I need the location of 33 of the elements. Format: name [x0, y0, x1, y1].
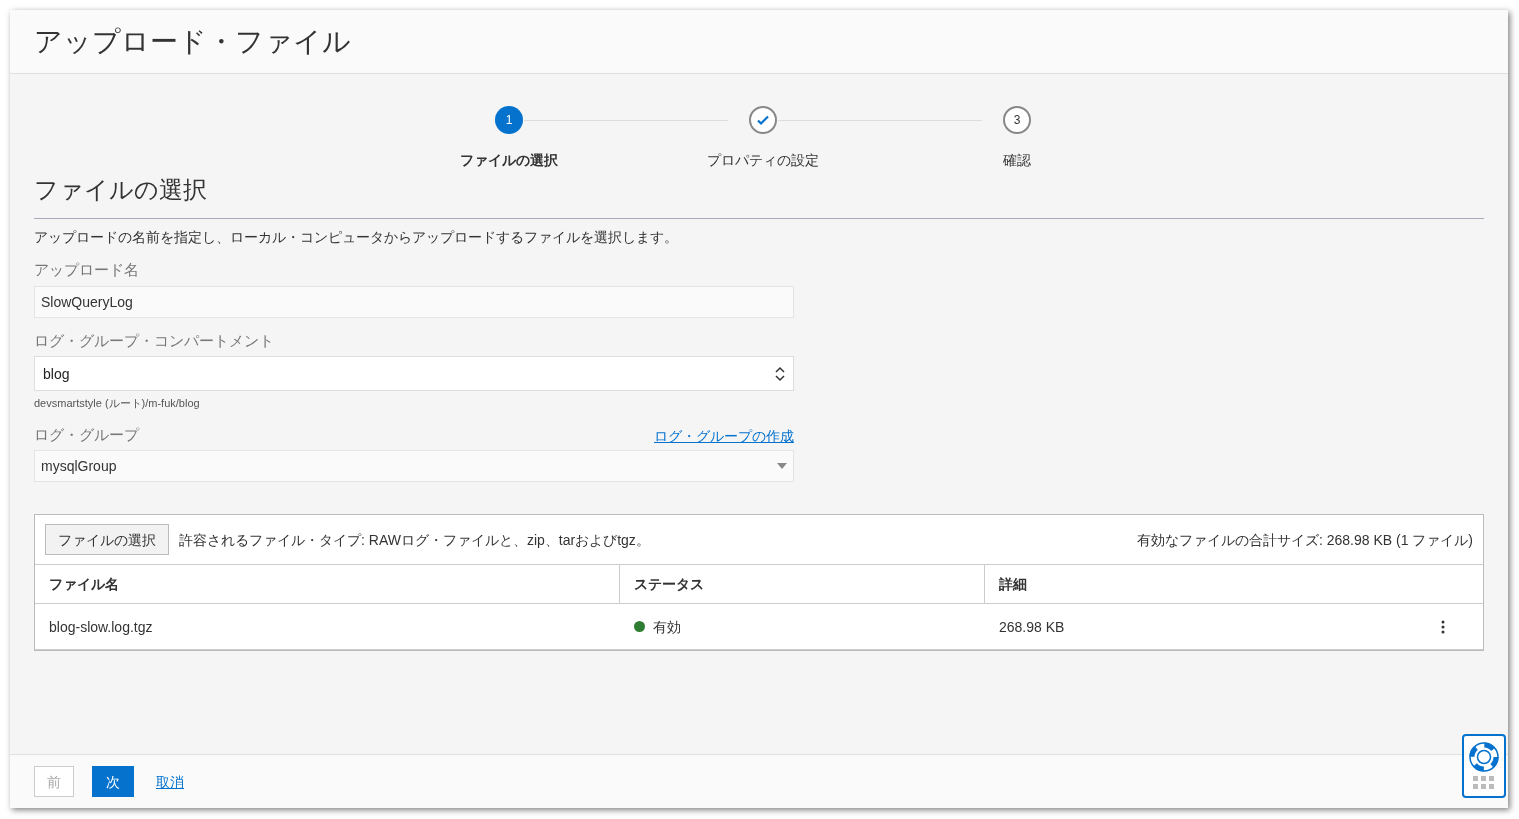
- field-label: アップロード名: [34, 260, 140, 280]
- column-header: 詳細: [999, 575, 1027, 594]
- step-label: 確認: [1003, 151, 1031, 170]
- step-label: ファイルの選択: [460, 151, 558, 170]
- column-header: ファイル名: [49, 575, 119, 594]
- hint-text: devsmartstyle (ルート)/m-fuk/blog: [34, 396, 201, 411]
- log-group-select[interactable]: mysqlGroup: [34, 450, 794, 482]
- compartment-select[interactable]: blog: [34, 356, 794, 391]
- total-size-text: 有効なファイルの合計サイズ: 268.98 KB (1 ファイル): [1136, 530, 1473, 550]
- step-number: 1: [495, 106, 523, 134]
- field-label: ログ・グループ・コンパートメント: [34, 330, 275, 351]
- create-log-group-link[interactable]: ログ・グループの作成: [654, 426, 794, 446]
- table-cell-text: blog-slow.log.tgz: [49, 617, 153, 637]
- next-button[interactable]: 次: [92, 766, 134, 797]
- choose-file-button[interactable]: ファイルの選択: [45, 524, 169, 555]
- sort-icon: [775, 365, 785, 382]
- description-text: アップロードの名前を指定し、ローカル・コンピュータからアップロードするファイルを選択します。: [34, 228, 679, 247]
- column-header: ステータス: [634, 575, 704, 594]
- caret-icon: [777, 463, 787, 469]
- more-icon[interactable]: [1441, 619, 1445, 634]
- table-cell-text: 有効: [653, 617, 681, 637]
- section-title: ファイルの選択: [34, 174, 1484, 219]
- field-label: ログ・グループ: [34, 424, 139, 445]
- grid-icon: [1473, 776, 1495, 790]
- step-number: 3: [1003, 106, 1031, 134]
- help-widget[interactable]: [1462, 734, 1506, 798]
- lifebuoy-icon: [1469, 742, 1499, 772]
- window-title: アップロード・ファイル: [34, 24, 351, 59]
- upload-name-field[interactable]: SlowQueryLog: [34, 285, 794, 318]
- allowed-types-text: 許容されるファイル・タイプ: RAWログ・ファイルと、zip、tarおよびtgz。: [179, 530, 650, 550]
- table-cell-text: 268.98 KB: [999, 617, 1065, 637]
- step-label: プロパティの設定: [707, 151, 819, 170]
- cancel-link[interactable]: 取消: [152, 771, 188, 792]
